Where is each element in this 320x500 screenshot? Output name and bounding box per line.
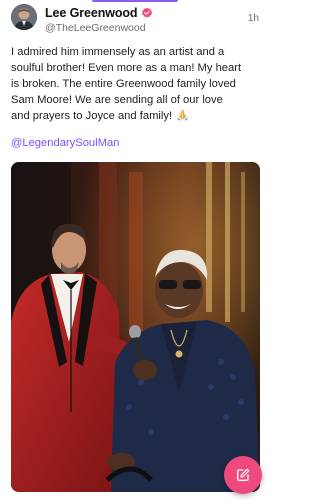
post-timestamp: 1h [247,13,259,24]
post-header: Lee Greenwood @TheLeeGreenwood 1h [11,4,263,34]
post-text: I admired him immensely as an artist and… [11,44,263,126]
post-text-line: Sam Moore! We are sending all of our lov… [11,94,223,106]
post-image[interactable] [11,162,260,492]
post-text-line: and prayers to Joyce and family! [11,110,173,122]
author-handle[interactable]: @TheLeeGreenwood [45,22,146,34]
post-text-line: soulful brother! Even more as a man! My … [11,62,242,74]
post-text-line: I admired him immensely as an artist and… [11,46,225,58]
verified-badge-icon [142,7,153,18]
post-card[interactable]: Lee Greenwood @TheLeeGreenwood 1h I admi… [0,0,271,500]
praying-hands-icon [176,108,189,126]
post-text-line: is broken. The entire Greenwood family l… [11,78,236,90]
avatar[interactable] [11,4,37,30]
compose-button[interactable] [224,456,262,494]
author-display-name[interactable]: Lee Greenwood [45,6,138,20]
edit-icon [237,468,250,481]
mention-link[interactable]: @LegendarySoulMan [11,137,119,149]
concert-photo-icon [11,162,260,492]
post-text-line-last: and prayers to Joyce and family! [11,108,263,126]
